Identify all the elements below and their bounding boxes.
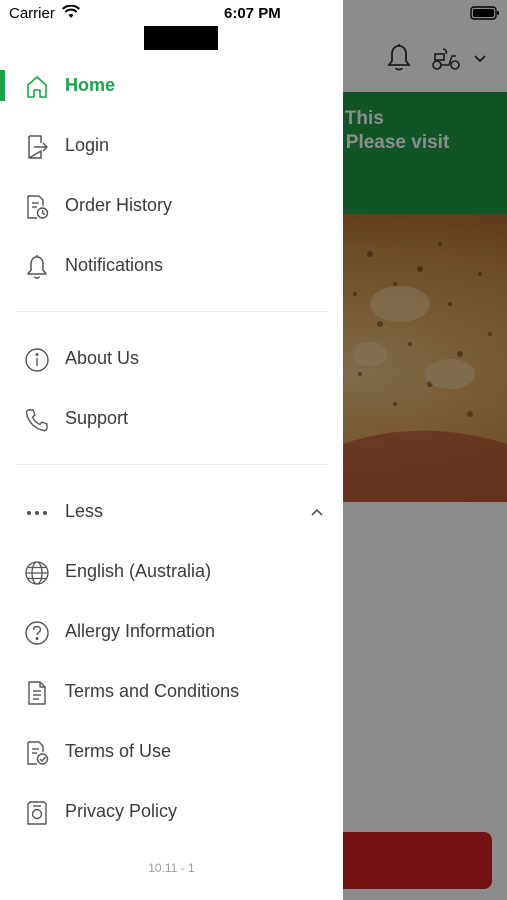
- status-bar: Carrier 6:07 PM: [0, 0, 507, 28]
- menu-toggle-label: Less: [65, 501, 104, 521]
- menu-item-allergy-information[interactable]: Allergy Information: [0, 607, 343, 657]
- carrier-label: Carrier: [9, 5, 55, 22]
- menu-item-label: Terms of Use: [65, 741, 172, 761]
- menu-item-login[interactable]: Login: [0, 121, 343, 171]
- menu-item-home[interactable]: Home: [0, 61, 343, 111]
- more-dots-icon: [24, 500, 50, 526]
- menu-item-label: Notifications: [65, 255, 164, 275]
- document-check-icon: [24, 740, 50, 766]
- bell-icon: [24, 254, 50, 280]
- menu-item-terms-of-use[interactable]: Terms of Use: [0, 727, 343, 777]
- menu-item-terms-and-conditions[interactable]: Terms and Conditions: [0, 667, 343, 717]
- clock: 6:07 PM: [224, 5, 281, 22]
- phone-icon: [24, 407, 50, 433]
- menu-item-support[interactable]: Support: [0, 394, 343, 444]
- home-icon: [24, 74, 50, 100]
- menu-item-order-history[interactable]: Order History: [0, 181, 343, 231]
- menu-item-privacy-policy[interactable]: Privacy Policy: [0, 787, 343, 837]
- privacy-icon: [24, 800, 50, 826]
- divider: [16, 464, 328, 465]
- document-icon: [24, 680, 50, 706]
- divider: [16, 311, 328, 312]
- chevron-up-icon: [311, 508, 323, 516]
- app-version: 10.11 - 1: [148, 861, 195, 875]
- menu-item-label: Terms and Conditions: [65, 681, 240, 701]
- battery-icon: [470, 6, 499, 20]
- menu-item-label: English (Australia): [65, 561, 212, 581]
- login-icon: [24, 134, 50, 160]
- question-icon: [24, 620, 50, 646]
- navigation-drawer: Home Login Order History Notifications A…: [0, 0, 343, 900]
- globe-icon: [24, 560, 50, 586]
- menu-item-about-us[interactable]: About Us: [0, 334, 343, 384]
- menu-item-label: Home: [65, 75, 116, 95]
- menu-item-label: Allergy Information: [65, 621, 216, 641]
- redacted-logo: [144, 26, 218, 50]
- menu-item-label: Privacy Policy: [65, 801, 178, 821]
- menu-item-language[interactable]: English (Australia): [0, 547, 343, 597]
- wifi-icon: [62, 5, 80, 18]
- menu-item-label: Order History: [65, 195, 173, 215]
- menu-item-label: Login: [65, 135, 110, 155]
- menu-toggle-less[interactable]: Less: [0, 487, 343, 537]
- order-history-icon: [24, 194, 50, 220]
- menu-item-label: About Us: [65, 348, 140, 368]
- menu-item-label: Support: [65, 408, 129, 428]
- menu-item-notifications[interactable]: Notifications: [0, 241, 343, 291]
- info-icon: [24, 347, 50, 373]
